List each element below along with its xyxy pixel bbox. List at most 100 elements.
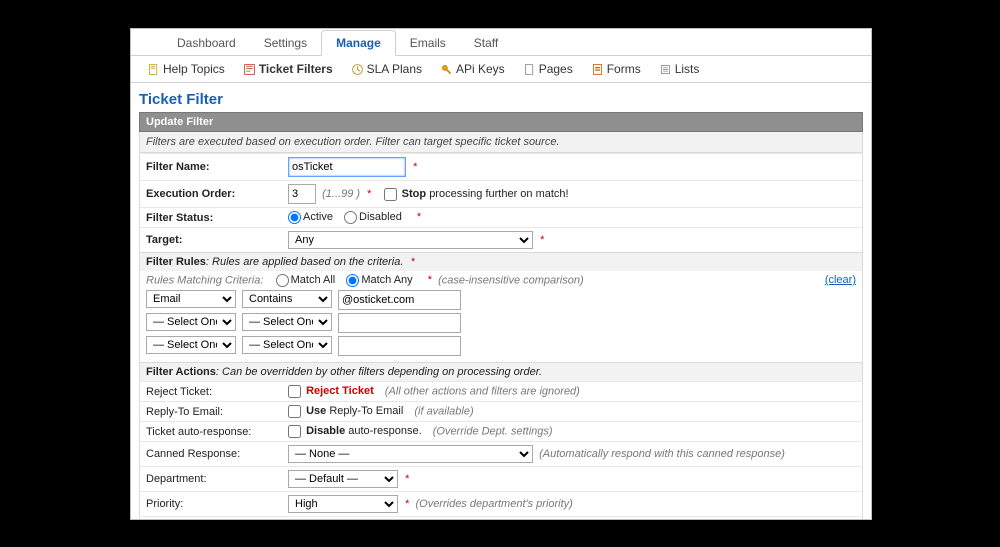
- primary-tabs: Dashboard Settings Manage Emails Staff: [131, 29, 871, 56]
- filter-actions-hint: : Can be overridden by other filters dep…: [216, 366, 542, 378]
- required-marker: *: [413, 161, 417, 173]
- priority-select[interactable]: High: [288, 495, 398, 513]
- radio-label: Disabled: [359, 211, 402, 223]
- rule-row-3: — Select One – — Select One –: [146, 336, 856, 356]
- subnav-label: SLA Plans: [367, 62, 422, 76]
- override-dept-note: (Override Dept. settings): [433, 425, 553, 437]
- tab-staff[interactable]: Staff: [460, 31, 512, 55]
- content-area: Ticket Filter Update Filter Filters are …: [131, 83, 871, 520]
- tab-manage[interactable]: Manage: [321, 30, 396, 56]
- subnav-label: Help Topics: [163, 62, 225, 76]
- clock-icon: [351, 63, 364, 76]
- subnav-label: Forms: [607, 62, 641, 76]
- required-marker: *: [417, 211, 421, 223]
- list-icon: [659, 63, 672, 76]
- rule2-value-input[interactable]: [338, 313, 461, 333]
- filter-actions-header: Filter Actions: [146, 366, 216, 378]
- label-sla: SLA Plan:: [140, 517, 283, 521]
- filter-form: Filter Name: * Execution Order: (1...99 …: [139, 153, 863, 520]
- label-canned: Canned Response:: [140, 442, 283, 467]
- page-icon: [523, 63, 536, 76]
- label-exec-order: Execution Order:: [140, 181, 283, 208]
- stop-processing-checkbox[interactable]: Stop processing further on match!: [384, 188, 569, 200]
- subnav-label: Pages: [539, 62, 573, 76]
- rule1-field-select[interactable]: Email: [146, 290, 236, 308]
- form-icon: [591, 63, 604, 76]
- match-all-radio[interactable]: Match All: [276, 274, 336, 286]
- label-target: Target:: [140, 228, 283, 253]
- filter-rules-header: Filter Rules: [146, 256, 206, 268]
- rule3-op-select[interactable]: — Select One –: [242, 336, 332, 354]
- tab-settings[interactable]: Settings: [250, 31, 321, 55]
- status-active-radio[interactable]: Active: [288, 211, 333, 223]
- subnav-api-keys[interactable]: APi Keys: [434, 60, 511, 78]
- target-select[interactable]: Any: [288, 231, 533, 249]
- tab-dashboard[interactable]: Dashboard: [163, 31, 250, 55]
- subnav-lists[interactable]: Lists: [653, 60, 706, 78]
- reject-tail: (All other actions and filters are ignor…: [385, 385, 580, 397]
- canned-response-select[interactable]: — None —: [288, 445, 533, 463]
- department-select[interactable]: — Default —: [288, 470, 398, 488]
- page-title: Ticket Filter: [139, 91, 863, 108]
- use-bold: Use: [306, 405, 326, 417]
- reply-avail: (if available): [414, 405, 473, 417]
- rule2-op-select[interactable]: — Select One –: [242, 313, 332, 331]
- required-marker: *: [405, 498, 409, 510]
- filter-name-input[interactable]: [288, 157, 406, 177]
- rule1-op-select[interactable]: Contains: [242, 290, 332, 308]
- exec-order-input[interactable]: [288, 184, 316, 204]
- subnav-help-topics[interactable]: Help Topics: [141, 60, 231, 78]
- reply-tail: Reply-To Email: [329, 405, 403, 417]
- rule3-value-input[interactable]: [338, 336, 461, 356]
- reject-opt-text: Reject Ticket: [306, 385, 374, 397]
- required-marker: *: [405, 473, 409, 485]
- criteria-label: Rules Matching Criteria:: [146, 274, 263, 286]
- stop-bold: Stop: [402, 188, 426, 200]
- rule3-field-select[interactable]: — Select One –: [146, 336, 236, 354]
- label-department: Department:: [140, 467, 283, 492]
- reject-ticket-checkbox[interactable]: Reject Ticket: [288, 385, 374, 397]
- rule1-value-input[interactable]: [338, 290, 461, 310]
- rule2-field-select[interactable]: — Select One –: [146, 313, 236, 331]
- subnav-forms[interactable]: Forms: [585, 60, 647, 78]
- exec-order-hint: Filters are executed based on execution …: [139, 132, 863, 153]
- label-reply-to: Reply-To Email:: [140, 402, 283, 422]
- required-marker: *: [540, 234, 544, 246]
- match-any-radio[interactable]: Match Any: [346, 274, 412, 286]
- subnav-label: Ticket Filters: [259, 62, 333, 76]
- rule-row-2: — Select One – — Select One –: [146, 313, 856, 333]
- subnav: Help Topics Ticket Filters SLA Plans APi…: [131, 56, 871, 83]
- radio-label: Active: [303, 211, 333, 223]
- exec-range: (1...99 ): [322, 188, 360, 200]
- required-marker: *: [428, 274, 432, 286]
- rule-row-1: Email Contains: [146, 290, 856, 310]
- case-note: (case-insensitive comparison): [438, 274, 584, 286]
- app-window: { "tabs": {"dashboard":"Dashboard","sett…: [130, 28, 872, 520]
- label-reject: Reject Ticket:: [140, 382, 283, 402]
- label-filter-name: Filter Name:: [140, 154, 283, 181]
- disable-bold: Disable: [306, 425, 345, 437]
- label-priority: Priority:: [140, 492, 283, 517]
- subnav-ticket-filters[interactable]: Ticket Filters: [237, 60, 339, 78]
- disable-autoresp-checkbox[interactable]: Disable auto-response.: [288, 425, 422, 437]
- status-disabled-radio[interactable]: Disabled: [344, 211, 402, 223]
- document-icon: [147, 63, 160, 76]
- priority-tail: (Overrides department's priority): [415, 498, 572, 510]
- section-update-filter: Update Filter: [139, 112, 863, 132]
- auto-tail: auto-response.: [348, 425, 421, 437]
- tab-emails[interactable]: Emails: [396, 31, 460, 55]
- label-filter-status: Filter Status:: [140, 208, 283, 228]
- required-marker: *: [410, 256, 414, 268]
- subnav-label: Lists: [675, 62, 700, 76]
- filter-rules-hint: : Rules are applied based on the criteri…: [206, 256, 404, 268]
- subnav-label: APi Keys: [456, 62, 505, 76]
- subnav-sla-plans[interactable]: SLA Plans: [345, 60, 428, 78]
- reply-to-checkbox[interactable]: Use Reply-To Email: [288, 405, 403, 417]
- radio-label: Match All: [291, 274, 336, 286]
- clear-rules-link[interactable]: (clear): [825, 274, 856, 286]
- stop-tail: processing further on match!: [429, 188, 568, 200]
- label-auto-response: Ticket auto-response:: [140, 422, 283, 442]
- required-marker: *: [367, 188, 371, 200]
- subnav-pages[interactable]: Pages: [517, 60, 579, 78]
- key-icon: [440, 63, 453, 76]
